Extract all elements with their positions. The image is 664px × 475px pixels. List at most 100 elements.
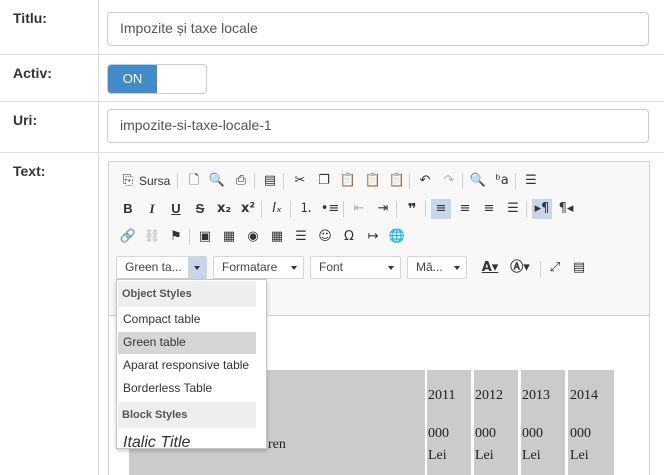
background-color-icon[interactable]: Ⓐ▾ bbox=[510, 258, 530, 278]
style-option[interactable]: Borderless Table bbox=[118, 378, 256, 400]
amount-cell: 000 bbox=[570, 426, 591, 441]
style-option[interactable]: Aparat responsive table bbox=[118, 355, 256, 377]
amount-cell: 000 bbox=[475, 426, 496, 441]
chevron-down-icon bbox=[388, 266, 394, 270]
text-direction-rtl-icon[interactable]: ¶◂ bbox=[556, 199, 576, 219]
strikethrough-icon[interactable]: S bbox=[190, 199, 210, 219]
select-all-icon[interactable]: ☰ bbox=[521, 171, 541, 191]
replace-icon[interactable]: ᵇa bbox=[492, 171, 512, 191]
chevron-down-icon bbox=[454, 266, 460, 270]
currency-cell: Lei bbox=[428, 448, 447, 463]
active-label: Activ: bbox=[0, 55, 99, 101]
toolbar-separator bbox=[515, 173, 516, 189]
smiley-icon[interactable]: ☺ bbox=[315, 227, 335, 247]
bold-icon[interactable]: B bbox=[118, 199, 138, 219]
align-center-icon[interactable]: ≡ bbox=[455, 199, 475, 219]
iframe-globe-icon[interactable]: 🌐 bbox=[387, 227, 407, 247]
link-icon[interactable]: 🔗 bbox=[118, 227, 138, 247]
toolbar-separator bbox=[177, 173, 178, 189]
image-icon[interactable]: ▣ bbox=[195, 227, 215, 247]
styles-combo-value: Green ta... bbox=[125, 260, 182, 274]
text-direction-ltr-icon[interactable]: ▸¶ bbox=[532, 199, 552, 219]
bulleted-list-icon[interactable]: •≡ bbox=[320, 199, 340, 219]
show-blocks-icon[interactable]: ▤ bbox=[569, 258, 589, 278]
object-styles-header: Object Styles bbox=[118, 281, 256, 307]
year-cell: 2013 bbox=[522, 388, 550, 403]
source-button[interactable]: Sursa bbox=[139, 174, 170, 188]
uri-input[interactable]: impozite-si-taxe-locale-1 bbox=[107, 109, 649, 143]
style-option-italic-title[interactable]: Italic Title bbox=[118, 431, 256, 448]
chevron-down-icon bbox=[194, 266, 200, 270]
toolbar-separator bbox=[396, 201, 397, 217]
styles-dropdown: Object Styles Compact table Green table … bbox=[116, 279, 267, 449]
active-row: Activ: ON bbox=[0, 55, 664, 102]
align-left-icon[interactable]: ≡ bbox=[431, 199, 451, 219]
block-styles-header: Block Styles bbox=[118, 402, 256, 428]
toolbar-separator bbox=[409, 173, 410, 189]
underline-icon[interactable]: U bbox=[166, 199, 186, 219]
source-icon[interactable]: ⎘ bbox=[118, 171, 138, 191]
partial-row-text: ren bbox=[268, 437, 286, 452]
preview-icon[interactable]: 🔍 bbox=[207, 171, 227, 191]
media-icon[interactable]: ▦ bbox=[219, 227, 239, 247]
indent-icon[interactable]: ⇥ bbox=[373, 199, 393, 219]
flash-icon[interactable]: ◉ bbox=[243, 227, 263, 247]
size-combo[interactable]: Mă... bbox=[407, 256, 467, 279]
special-char-icon[interactable]: Ω bbox=[339, 227, 359, 247]
font-combo-value: Font bbox=[319, 260, 344, 274]
paste-text-icon[interactable]: 📋 bbox=[363, 171, 383, 191]
uri-cell: impozite-si-taxe-locale-1 bbox=[99, 102, 664, 152]
paste-icon[interactable]: 📋 bbox=[338, 171, 358, 191]
currency-cell: Lei bbox=[570, 448, 589, 463]
title-label: Titlu: bbox=[0, 0, 99, 54]
toolbar-separator bbox=[261, 201, 262, 217]
toolbar-separator bbox=[526, 201, 527, 217]
toolbar-separator bbox=[343, 201, 344, 217]
blockquote-icon[interactable]: ❞ bbox=[402, 199, 422, 219]
print-icon[interactable]: ⎙ bbox=[231, 171, 251, 191]
toolbar-separator bbox=[462, 173, 463, 189]
redo-icon[interactable]: ↷ bbox=[439, 171, 459, 191]
anchor-flag-icon[interactable]: ⚑ bbox=[166, 227, 186, 247]
styles-combo[interactable]: Green ta... bbox=[116, 256, 207, 279]
year-cell: 2011 bbox=[428, 388, 456, 403]
title-cell: Impozite și taxe locale bbox=[99, 0, 664, 54]
chevron-down-icon bbox=[291, 266, 297, 270]
style-option-selected[interactable]: Green table bbox=[118, 332, 256, 354]
title-row: Titlu: Impozite și taxe locale bbox=[0, 0, 664, 55]
cut-icon[interactable]: ✂ bbox=[290, 171, 310, 191]
find-icon[interactable]: 🔍 bbox=[468, 171, 488, 191]
text-color-icon[interactable]: A▾ bbox=[480, 258, 500, 278]
active-toggle[interactable]: ON bbox=[107, 64, 207, 94]
maximize-icon[interactable]: ⤢ bbox=[545, 258, 565, 278]
outdent-icon[interactable]: ⇤ bbox=[349, 199, 369, 219]
templates-icon[interactable]: ▤ bbox=[260, 171, 280, 191]
justify-icon[interactable]: ☰ bbox=[503, 199, 523, 219]
copy-icon[interactable]: ❐ bbox=[314, 171, 334, 191]
amount-cell: 000 bbox=[522, 426, 543, 441]
align-right-icon[interactable]: ≡ bbox=[479, 199, 499, 219]
new-page-icon[interactable]: 🗋 bbox=[184, 171, 204, 191]
toolbar-separator bbox=[283, 173, 284, 189]
toolbar-separator bbox=[189, 229, 190, 245]
year-cell: 2014 bbox=[570, 388, 598, 403]
undo-icon[interactable]: ↶ bbox=[415, 171, 435, 191]
font-combo[interactable]: Font bbox=[310, 256, 401, 279]
uri-label: Uri: bbox=[0, 102, 99, 152]
paste-word-icon[interactable]: 📋 bbox=[387, 171, 407, 191]
title-input[interactable]: Impozite și taxe locale bbox=[107, 12, 649, 46]
italic-icon[interactable]: I bbox=[142, 199, 162, 219]
remove-format-icon[interactable]: Iₓ bbox=[267, 199, 287, 219]
size-combo-value: Mă... bbox=[416, 260, 443, 274]
table-icon[interactable]: ▦ bbox=[267, 227, 287, 247]
unlink-icon[interactable]: ⛓ bbox=[142, 227, 162, 247]
subscript-icon[interactable]: x₂ bbox=[214, 199, 234, 219]
style-option[interactable]: Compact table bbox=[118, 309, 256, 331]
superscript-icon[interactable]: x² bbox=[238, 199, 258, 219]
currency-cell: Lei bbox=[522, 448, 541, 463]
horizontal-line-icon[interactable]: ☰ bbox=[291, 227, 311, 247]
toolbar-separator bbox=[254, 173, 255, 189]
numbered-list-icon[interactable]: ⒈ bbox=[296, 199, 316, 219]
format-combo[interactable]: Formatare bbox=[213, 256, 304, 279]
page-break-icon[interactable]: ↦ bbox=[363, 227, 383, 247]
